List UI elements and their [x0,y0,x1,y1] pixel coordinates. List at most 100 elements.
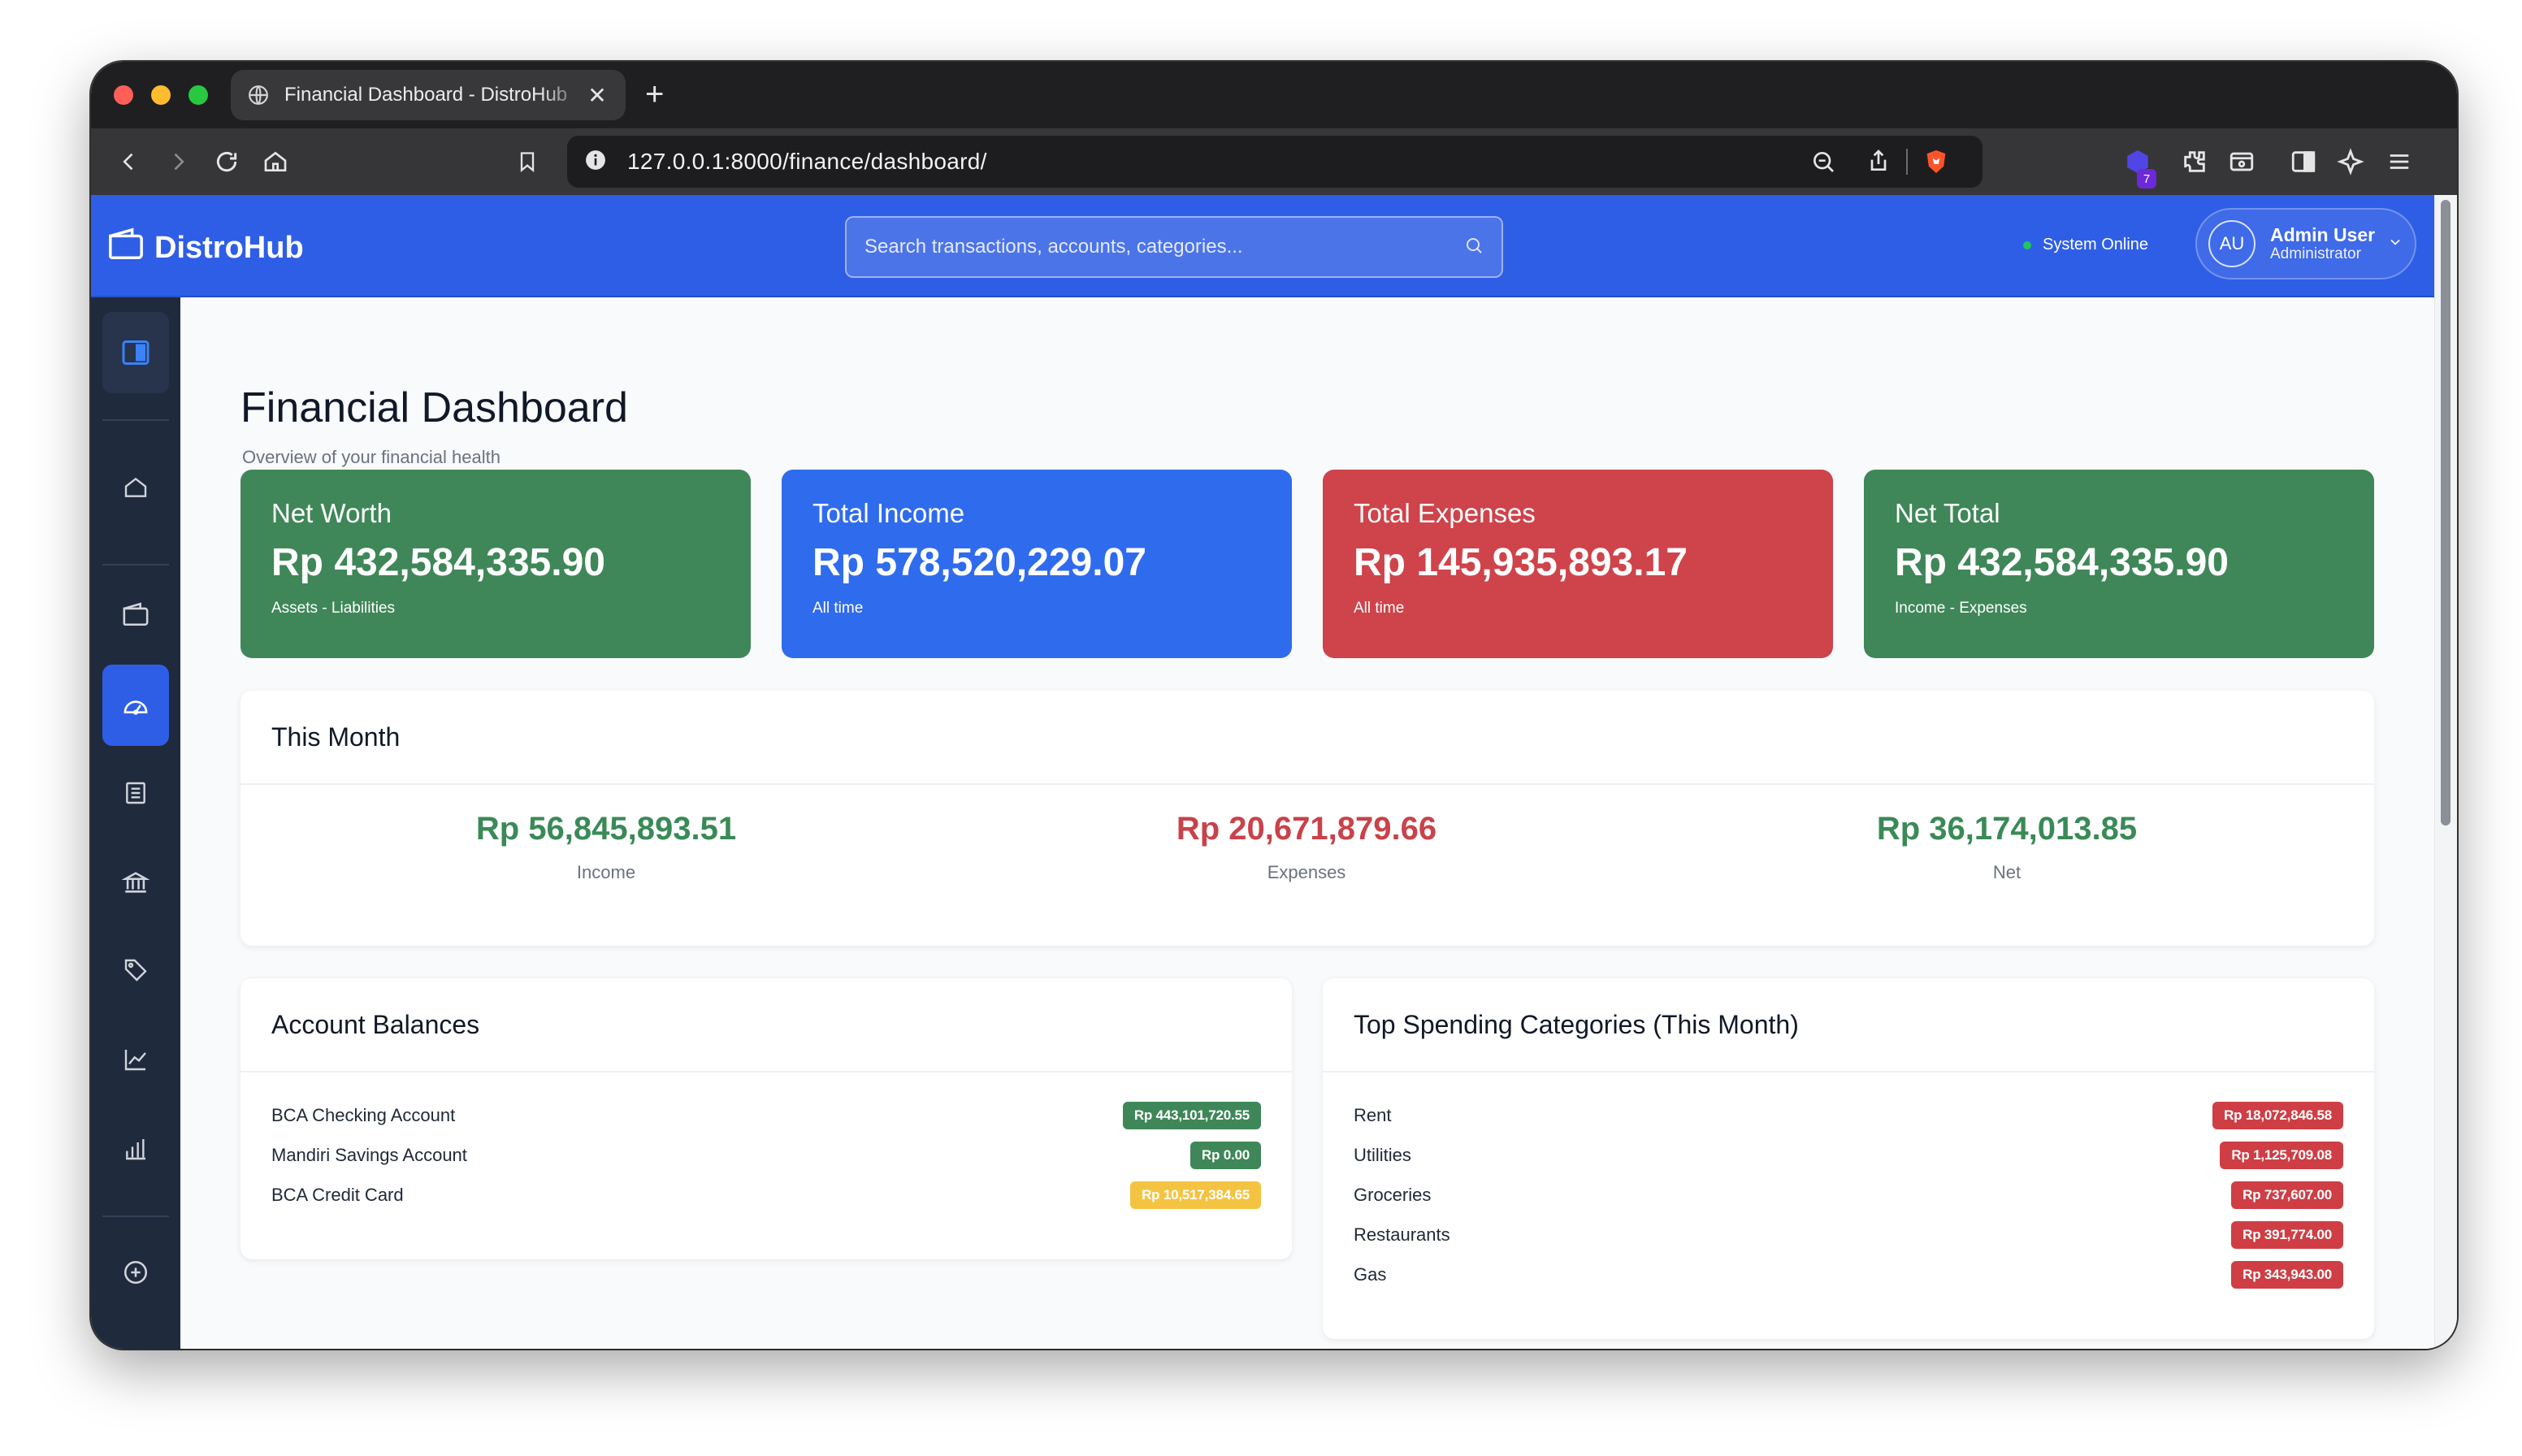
minimize-window-button[interactable] [151,85,171,105]
sidebar-item-bank[interactable] [102,842,169,923]
month-expenses-value: Rp 20,671,879.66 [1176,811,1437,847]
category-name: Utilities [1354,1144,1411,1165]
site-info-icon[interactable] [585,150,606,175]
address-bar[interactable]: 127.0.0.1:8000/finance/dashboard/ [567,136,1982,188]
sidebar-item-home[interactable] [102,447,169,528]
zoom-window-button[interactable] [188,85,208,105]
user-name: Admin User [2270,224,2376,245]
list-item[interactable]: Groceries Rp 737,607.00 [1354,1175,2343,1215]
panel-title: This Month [240,691,2374,785]
card-value: Rp 578,520,229.07 [812,541,1146,584]
bookmark-icon[interactable] [509,143,546,180]
net-worth-card: Net Worth Rp 432,584,335.90 Assets - Lia… [240,470,751,658]
browser-toolbar: 127.0.0.1:8000/finance/dashboard/ 7 [91,128,2457,195]
app-header: DistroHub System Online AU Admin User Ad… [91,195,2434,297]
account-name: Mandiri Savings Account [271,1144,467,1165]
close-tab-icon[interactable]: ✕ [585,82,609,109]
home-button[interactable] [257,143,294,180]
extensions-puzzle-icon[interactable] [2176,143,2213,180]
avatar: AU [2208,220,2256,267]
system-status: System Online [2023,236,2148,254]
reload-button[interactable] [208,143,245,180]
leo-ai-icon[interactable] [2332,143,2369,180]
account-name: BCA Checking Account [271,1104,456,1125]
list-item[interactable]: BCA Credit Card Rp 10,517,384.65 [271,1175,1261,1215]
month-income: Rp 56,845,893.51 Income [362,811,850,883]
zoom-icon[interactable] [1810,149,1836,179]
brand-name: DistroHub [154,230,304,265]
sidebar-item-categories[interactable] [102,930,169,1011]
list-item[interactable]: BCA Checking Account Rp 443,101,720.55 [271,1095,1261,1135]
page-subtitle: Overview of your financial health [242,447,500,467]
sidebar-item-add[interactable] [102,1232,169,1313]
total-income-card: Total Income Rp 578,520,229.07 All time [782,470,1292,658]
close-window-button[interactable] [114,85,133,105]
brave-shield-icon[interactable] [1922,147,1950,180]
card-title: Total Expenses [1354,498,1536,528]
card-value: Rp 145,935,893.17 [1354,541,1688,584]
sidebar-item-transactions[interactable] [102,752,169,834]
category-name: Rent [1354,1104,1392,1125]
globe-icon [247,84,270,106]
balance-badge: Rp 0.00 [1190,1141,1261,1169]
month-income-value: Rp 56,845,893.51 [475,811,737,847]
card-value: Rp 432,584,335.90 [1895,541,2229,584]
forward-button[interactable] [159,143,197,180]
card-title: Net Worth [271,498,392,528]
browser-tab[interactable]: Financial Dashboard - DistroHub ✕ [231,70,626,120]
sidebar-toggle-icon[interactable] [2285,143,2322,180]
wallet-icon[interactable] [2223,143,2260,180]
panel-title: Top Spending Categories (This Month) [1323,978,2374,1072]
month-expenses: Rp 20,671,879.66 Expenses [1063,811,1550,883]
account-balances-panel: Account Balances BCA Checking Account Rp… [240,978,1292,1259]
card-subtitle: All time [812,600,864,617]
list-item[interactable]: Mandiri Savings Account Rp 0.00 [271,1135,1261,1175]
status-dot-icon [2023,240,2031,249]
chevron-down-icon [2387,234,2403,254]
menu-icon[interactable] [2381,143,2418,180]
url-text: 127.0.0.1:8000/finance/dashboard/ [627,149,987,174]
user-menu[interactable]: AU Admin User Administrator [2195,208,2416,280]
category-name: Groceries [1354,1184,1432,1205]
sidebar [91,297,180,1349]
browser-window: Financial Dashboard - DistroHub ✕ + 127.… [91,62,2457,1349]
tab-title: Financial Dashboard - DistroHub [284,84,568,106]
scrollbar-thumb[interactable] [2441,200,2450,826]
search-icon[interactable] [1464,236,1484,259]
category-name: Restaurants [1354,1224,1450,1245]
card-title: Net Total [1895,498,2000,528]
amount-badge: Rp 391,774.00 [2231,1220,2343,1249]
account-name: BCA Credit Card [271,1184,404,1205]
sidebar-item-wallet[interactable] [102,574,169,655]
card-subtitle: All time [1354,600,1405,617]
top-spending-panel: Top Spending Categories (This Month) Ren… [1323,978,2374,1339]
balance-badge: Rp 443,101,720.55 [1122,1101,1261,1129]
list-item[interactable]: Utilities Rp 1,125,709.08 [1354,1135,2343,1175]
extension-badge: 7 [2137,169,2156,188]
list-item[interactable]: Restaurants Rp 391,774.00 [1354,1215,2343,1254]
sidebar-item-dashboard[interactable] [102,665,169,746]
amount-badge: Rp 1,125,709.08 [2220,1141,2343,1169]
category-name: Gas [1354,1263,1387,1285]
sidebar-toggle-button[interactable] [102,312,169,393]
search-input[interactable] [864,236,1464,258]
month-income-label: Income [576,862,636,882]
user-role: Administrator [2270,245,2361,262]
list-item[interactable]: Rent Rp 18,072,846.58 [1354,1095,2343,1135]
tab-strip: Financial Dashboard - DistroHub ✕ + [91,62,2457,128]
new-tab-button[interactable]: + [645,76,664,112]
balance-badge: Rp 10,517,384.65 [1130,1181,1261,1209]
this-month-panel: This Month Rp 56,845,893.51 Income Rp 20… [240,691,2374,946]
sidebar-item-reports[interactable] [102,1108,169,1190]
share-icon[interactable] [1866,147,1892,179]
card-subtitle: Income - Expenses [1895,600,2027,617]
back-button[interactable] [110,143,148,180]
brand-logo[interactable]: DistroHub [107,228,304,268]
page-title: Financial Dashboard [240,384,628,431]
sidebar-item-trends[interactable] [102,1019,169,1100]
amount-badge: Rp 343,943.00 [2231,1260,2343,1289]
list-item[interactable]: Gas Rp 343,943.00 [1354,1254,2343,1294]
month-net-label: Net [1992,862,2022,882]
global-search[interactable] [845,216,1503,278]
wallet-logo-icon [107,228,154,268]
